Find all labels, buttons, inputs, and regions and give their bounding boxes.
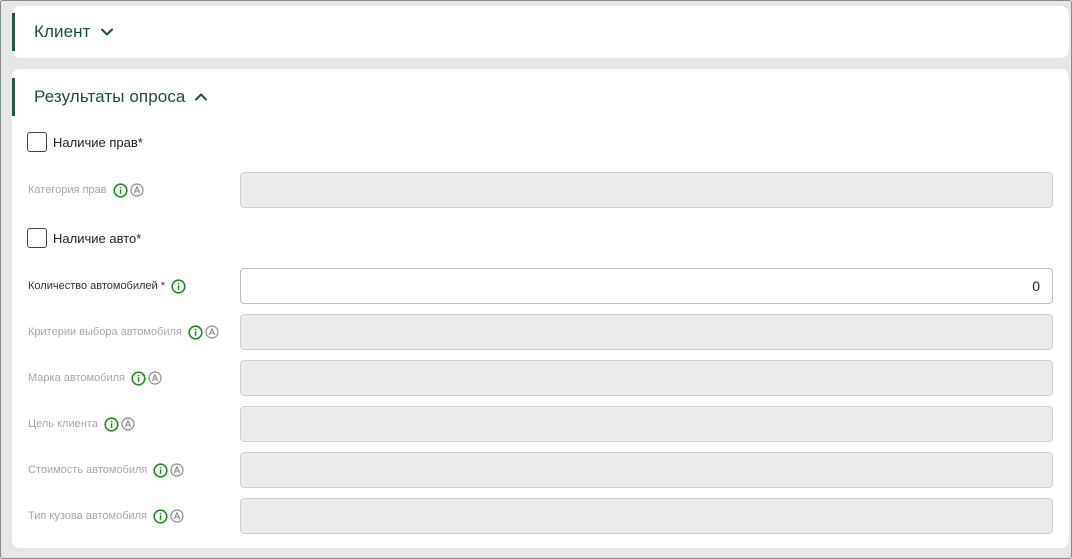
info-icon[interactable] [112, 182, 128, 198]
auto-a-icon [148, 371, 162, 385]
auto-a-icon [170, 463, 184, 477]
client-goal-row: Цель клиента [28, 406, 1053, 442]
info-icon[interactable] [153, 508, 168, 524]
car-criteria-row: Критерии выбора автомобиля [28, 314, 1053, 350]
auto-a-icon [129, 183, 144, 197]
info-icon[interactable] [131, 370, 146, 386]
car-count-label: Количество автомобилей * [28, 268, 186, 304]
license-category-label-text: Категория прав [28, 184, 107, 196]
car-brand-row: Марка автомобиля [28, 360, 1053, 396]
client-section-header[interactable]: Клиент [12, 13, 114, 51]
auto-a-icon [170, 509, 184, 523]
survey-section-header[interactable]: Результаты опроса [12, 78, 208, 116]
car-criteria-input[interactable] [240, 314, 1053, 350]
body-type-label-text: Тип кузова автомобиля [28, 510, 148, 522]
info-icon[interactable] [171, 278, 186, 294]
has-license-row[interactable]: Наличие прав* [27, 132, 143, 152]
has-license-checkbox[interactable] [27, 132, 47, 152]
license-category-input[interactable] [240, 172, 1053, 208]
body-type-input[interactable] [240, 498, 1053, 534]
info-icon[interactable] [153, 462, 168, 478]
has-car-label: Наличие авто* [53, 230, 142, 246]
license-category-label: Категория прав [28, 172, 144, 208]
car-criteria-label-text: Критерии выбора автомобиля [28, 326, 182, 338]
car-count-row: Количество автомобилей * [28, 268, 1053, 304]
car-count-label-text: Количество автомобилей * [28, 280, 166, 292]
client-goal-label-text: Цель клиента [28, 418, 98, 430]
info-icon[interactable] [188, 324, 203, 340]
client-goal-input[interactable] [240, 406, 1053, 442]
car-price-label: Стоимость автомобиля [28, 452, 184, 488]
car-price-row: Стоимость автомобиля [28, 452, 1053, 488]
auto-a-icon [121, 417, 135, 431]
auto-a-icon [205, 325, 219, 339]
client-section: Клиент [12, 6, 1069, 58]
car-brand-input[interactable] [240, 360, 1053, 396]
has-license-label: Наличие прав* [53, 134, 143, 150]
car-brand-label-text: Марка автомобиля [28, 372, 126, 384]
car-price-label-text: Стоимость автомобиля [28, 464, 148, 476]
info-icon[interactable] [104, 416, 119, 432]
car-criteria-label: Критерии выбора автомобиля [28, 314, 219, 350]
license-category-row: Категория прав [28, 172, 1053, 208]
client-goal-label: Цель клиента [28, 406, 135, 442]
body-type-label: Тип кузова автомобиля [28, 498, 184, 534]
car-count-input[interactable] [240, 268, 1053, 304]
has-car-checkbox[interactable] [27, 228, 47, 248]
body-type-row: Тип кузова автомобиля [28, 498, 1053, 534]
client-section-title: Клиент [34, 22, 91, 41]
chevron-up-icon [194, 90, 208, 104]
car-brand-label: Марка автомобиля [28, 360, 162, 396]
has-car-row[interactable]: Наличие авто* [27, 228, 141, 248]
survey-section-title: Результаты опроса [34, 87, 186, 106]
car-price-input[interactable] [240, 452, 1053, 488]
chevron-down-icon [100, 25, 114, 39]
survey-section: Результаты опроса Наличие прав* Категори… [12, 69, 1069, 548]
